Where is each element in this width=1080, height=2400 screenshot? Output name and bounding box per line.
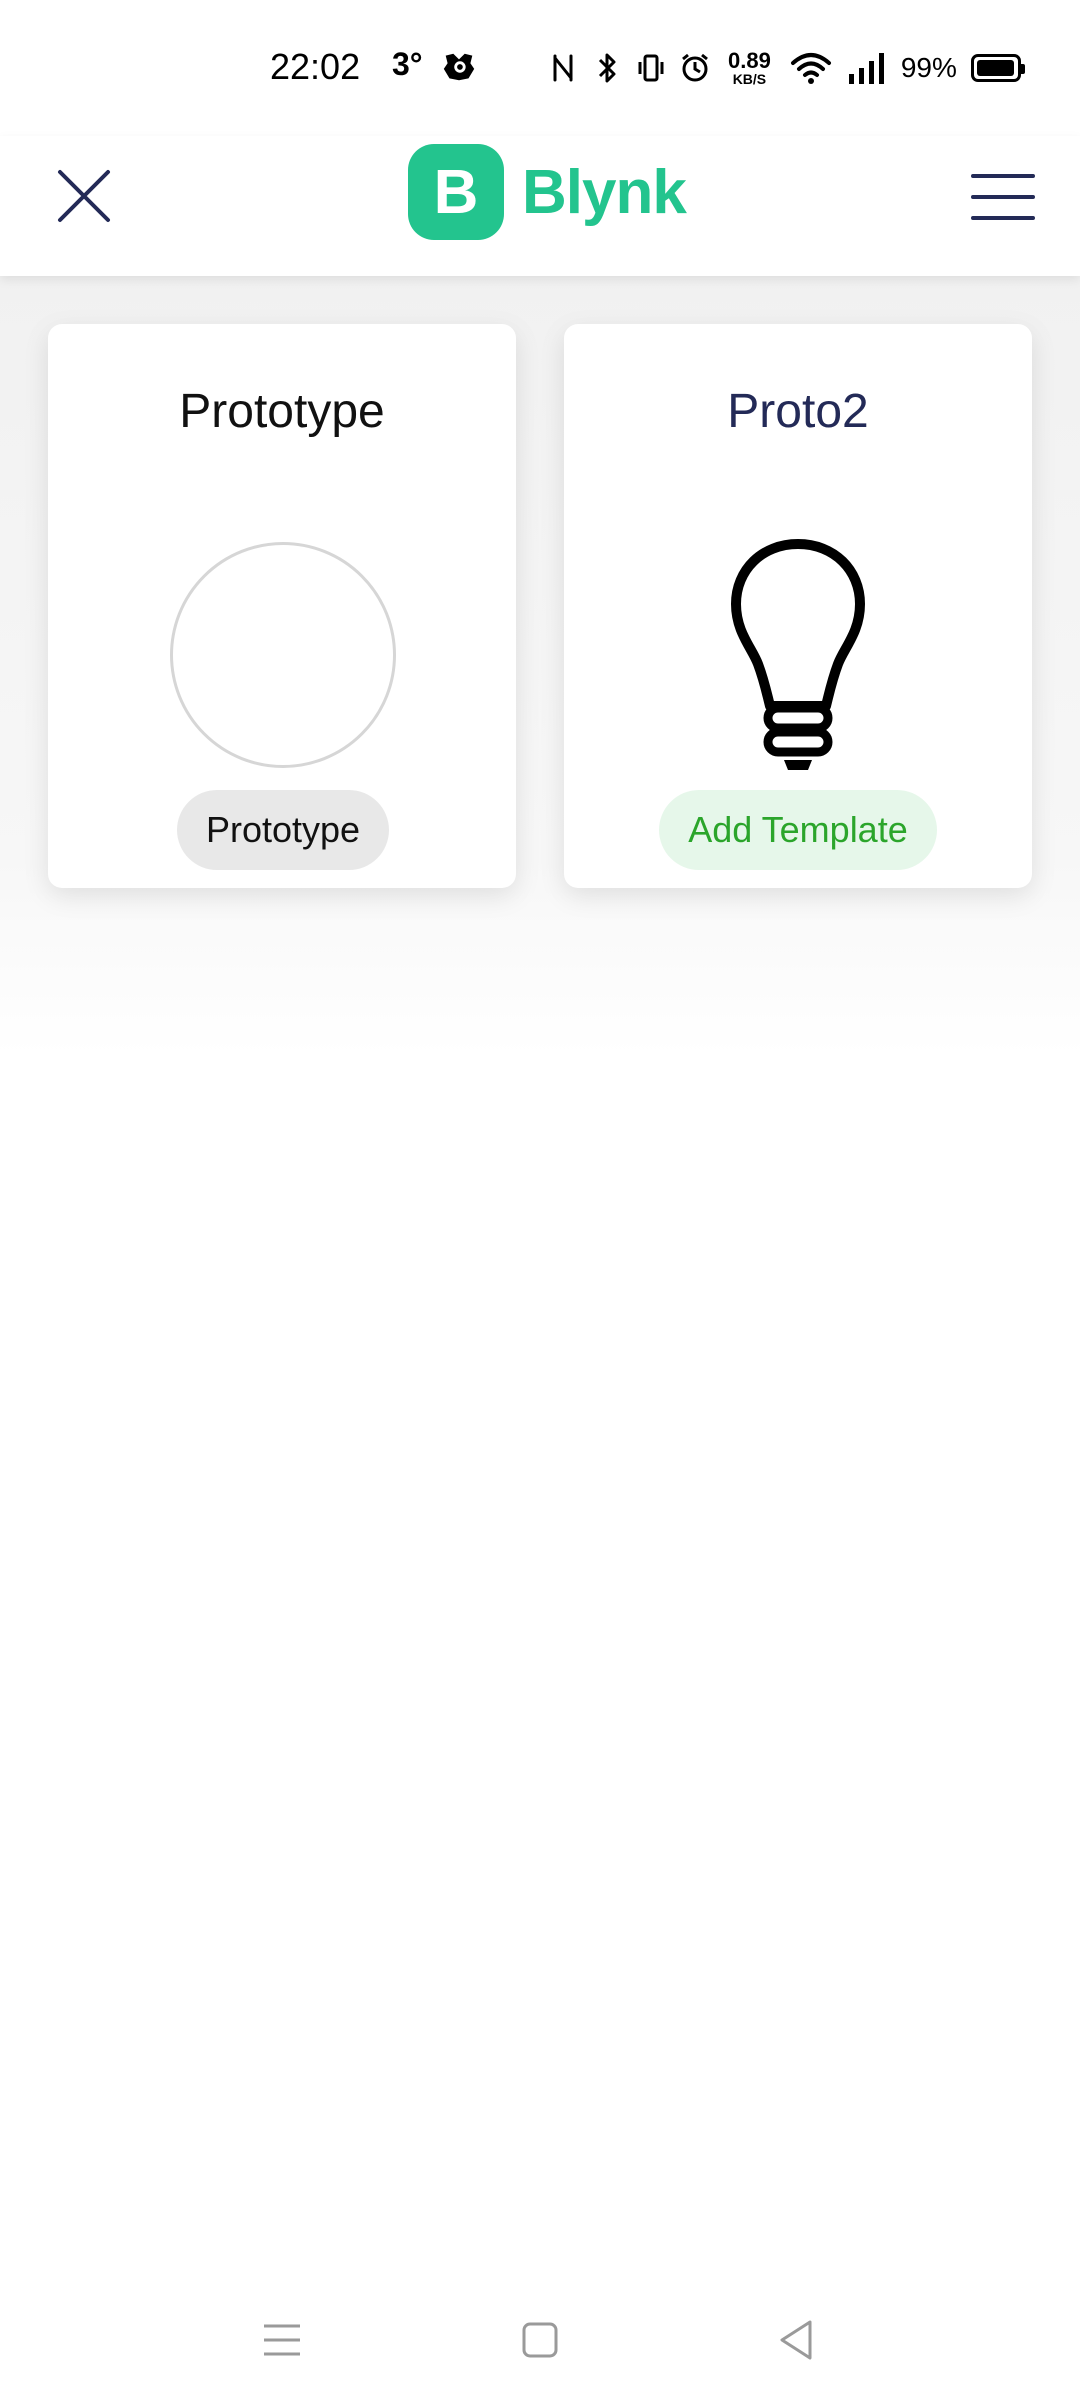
menu-button[interactable]	[968, 162, 1038, 232]
lightbulb-icon	[731, 539, 865, 770]
app-header: B Blynk	[0, 136, 1080, 276]
close-button[interactable]	[48, 160, 120, 232]
nfc-icon	[553, 54, 573, 82]
blynk-logo: B Blynk	[408, 144, 687, 240]
battery-percent: 99%	[900, 52, 957, 83]
home-button[interactable]	[510, 2310, 570, 2370]
hamburger-menu-icon	[971, 174, 1035, 220]
bluetooth-icon	[598, 53, 616, 83]
status-temperature: 3°	[392, 46, 423, 82]
device-image-placeholder	[170, 542, 396, 768]
recent-apps-button[interactable]	[252, 2310, 312, 2370]
system-navigation-bar	[0, 2280, 1080, 2400]
home-square-icon	[522, 2322, 558, 2358]
alarm-icon	[682, 53, 708, 82]
battery-icon	[970, 54, 1025, 82]
back-button[interactable]	[766, 2310, 826, 2370]
card-title: Proto2	[727, 385, 869, 438]
add-template-button[interactable]: Add Template	[659, 790, 937, 870]
card-title: Prototype	[179, 385, 385, 438]
status-bar: 22:02 3° 0.89 KB/S 99%	[0, 0, 1080, 136]
app-notification-icon	[443, 53, 475, 81]
menu-lines-icon	[264, 2324, 300, 2356]
signal-icon	[848, 53, 884, 84]
logo-mark: B	[408, 144, 504, 240]
back-triangle-icon	[780, 2320, 812, 2360]
device-grid: Prototype Prototype Proto2 Add Template	[0, 276, 1080, 1056]
close-icon	[58, 170, 110, 222]
network-speed: 0.89 KB/S	[728, 48, 771, 87]
device-card-proto2[interactable]: Proto2 Add Template	[564, 324, 1032, 888]
vibrate-icon	[638, 54, 664, 82]
logo-text: Blynk	[522, 157, 687, 227]
status-time: 22:02	[270, 46, 361, 87]
device-card-prototype[interactable]: Prototype Prototype	[48, 324, 516, 888]
template-badge[interactable]: Prototype	[177, 790, 389, 870]
wifi-icon	[790, 53, 831, 84]
